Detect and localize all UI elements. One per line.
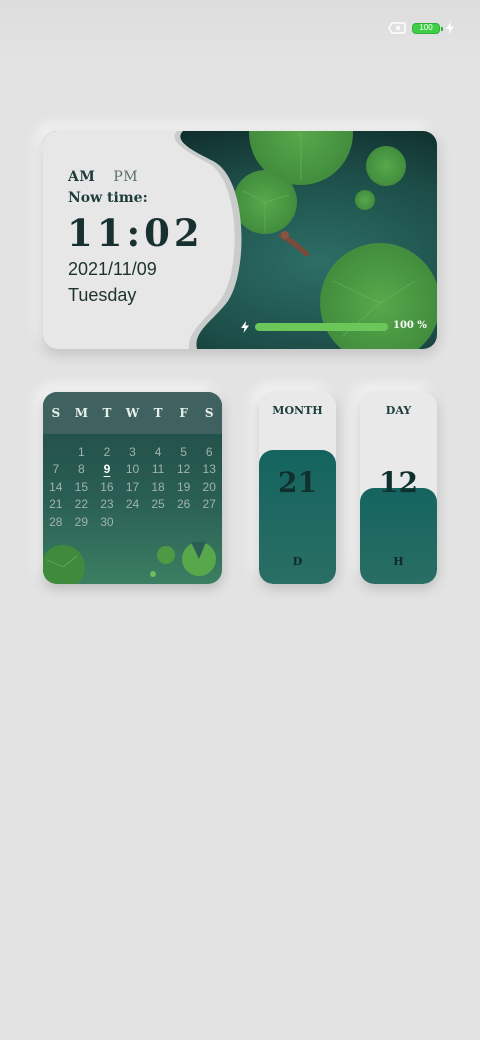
calendar-widget[interactable]: SMTWTFS 1 2 3 4 5 6 7 8 9 10 11 12 13 14 15 16 17 18 19 20 2… bbox=[43, 392, 222, 584]
calendar-day[interactable]: 28 bbox=[43, 514, 69, 531]
day-value: 12 bbox=[379, 466, 418, 499]
status-bar: 100 bbox=[388, 18, 454, 38]
calendar-empty-cell bbox=[196, 514, 222, 531]
calendar-day[interactable]: 17 bbox=[120, 479, 146, 496]
calendar-day[interactable]: 27 bbox=[196, 496, 222, 513]
current-date: 2021/11/09 bbox=[68, 259, 157, 279]
calendar-day[interactable]: 14 bbox=[43, 479, 69, 496]
weekday-header: F bbox=[179, 406, 188, 420]
charging-bolt-icon bbox=[241, 321, 249, 333]
battery-progress-bar bbox=[255, 323, 388, 331]
am-label[interactable]: AM bbox=[68, 169, 95, 185]
calendar-day[interactable]: 11 bbox=[145, 461, 171, 478]
calendar-day[interactable]: 6 bbox=[196, 444, 222, 461]
calendar-day[interactable]: 12 bbox=[171, 461, 197, 478]
calendar-day[interactable]: 19 bbox=[171, 479, 197, 496]
clock-widget[interactable]: AM PM Now time: 11:02 2021/11/09 Tuesday … bbox=[43, 131, 437, 349]
calendar-day[interactable]: 10 bbox=[120, 461, 146, 478]
calendar-day[interactable]: 15 bbox=[69, 479, 95, 496]
calendar-day[interactable]: 4 bbox=[145, 444, 171, 461]
weekday-header: M bbox=[74, 406, 89, 420]
now-time-label: Now time: bbox=[68, 190, 148, 206]
day-progress-fill bbox=[360, 488, 437, 584]
calendar-day[interactable]: 3 bbox=[120, 444, 146, 461]
calendar-day[interactable]: 16 bbox=[94, 479, 120, 496]
calendar-day[interactable]: 22 bbox=[69, 496, 95, 513]
battery-icon: 100 bbox=[412, 22, 443, 34]
battery-level: 100 bbox=[419, 23, 433, 32]
calendar-day[interactable]: 21 bbox=[43, 496, 69, 513]
month-unit: D bbox=[292, 555, 303, 568]
calendar-empty-cell bbox=[120, 514, 146, 531]
calendar-empty-cell bbox=[171, 514, 197, 531]
calendar-empty-cell bbox=[43, 444, 69, 461]
month-value: 21 bbox=[278, 466, 317, 499]
calendar-day[interactable]: 26 bbox=[171, 496, 197, 513]
calendar-day[interactable]: 30 bbox=[94, 514, 120, 531]
calendar-day[interactable]: 2 bbox=[94, 444, 120, 461]
month-label: MONTH bbox=[272, 404, 323, 417]
month-widget[interactable]: MONTH 21 D bbox=[259, 392, 336, 584]
calendar-day-grid: 1 2 3 4 5 6 7 8 9 10 11 12 13 14 15 16 17 18 19 20 21 22 23 24 2… bbox=[43, 444, 222, 531]
day-unit: H bbox=[393, 555, 404, 568]
sim-off-icon bbox=[388, 22, 406, 34]
battery-progress-fill bbox=[255, 323, 388, 331]
calendar-day[interactable]: 20 bbox=[196, 479, 222, 496]
weekday-header: W bbox=[125, 406, 140, 420]
calendar-weekday-header: SMTWTFS bbox=[43, 392, 222, 434]
calendar-day[interactable]: 5 bbox=[171, 444, 197, 461]
weekday-header: S bbox=[204, 406, 214, 420]
calendar-day[interactable]: 23 bbox=[94, 496, 120, 513]
calendar-day[interactable]: 18 bbox=[145, 479, 171, 496]
day-widget[interactable]: DAY 12 H bbox=[360, 392, 437, 584]
am-pm-toggle[interactable]: AM PM bbox=[68, 169, 138, 185]
battery-percent-label: 100 % bbox=[393, 320, 427, 331]
calendar-empty-cell bbox=[145, 514, 171, 531]
weekday-header: T bbox=[153, 406, 163, 420]
weekday-header: T bbox=[102, 406, 112, 420]
current-time: 11:02 bbox=[67, 211, 204, 255]
charging-bolt-icon bbox=[446, 22, 454, 34]
calendar-day[interactable]: 24 bbox=[120, 496, 146, 513]
weekday-header: S bbox=[51, 406, 61, 420]
day-label: DAY bbox=[385, 404, 412, 417]
pm-label[interactable]: PM bbox=[113, 169, 138, 185]
calendar-day[interactable]: 8 bbox=[69, 461, 95, 478]
calendar-day[interactable]: 7 bbox=[43, 461, 69, 478]
calendar-day[interactable]: 29 bbox=[69, 514, 95, 531]
current-weekday: Tuesday bbox=[68, 285, 137, 305]
calendar-day[interactable]: 9 bbox=[94, 461, 120, 478]
calendar-day[interactable]: 25 bbox=[145, 496, 171, 513]
calendar-day[interactable]: 13 bbox=[196, 461, 222, 478]
calendar-day[interactable]: 1 bbox=[69, 444, 95, 461]
